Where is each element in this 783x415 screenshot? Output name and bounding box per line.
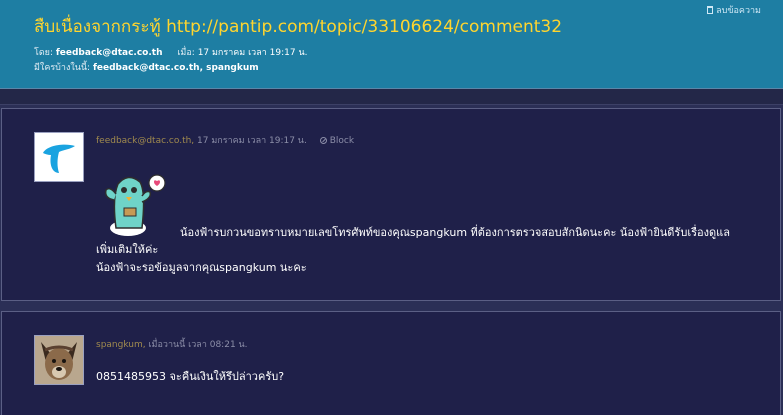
participants-label: มีใครบ้างในนี้: bbox=[34, 63, 91, 73]
post-time: เมื่อวานนี้ เวลา 08:21 น. bbox=[148, 340, 248, 350]
avatar-dtac[interactable] bbox=[34, 132, 84, 182]
delete-message-label: ลบข้อความ bbox=[716, 6, 761, 16]
topic-author-line: โดย: feedback@dtac.co.th เมื่อ: 17 มกราค… bbox=[34, 45, 307, 59]
topic-header: สืบเนื่องจากกระทู้ http://pantip.com/top… bbox=[0, 0, 783, 89]
post-meta: spangkum, เมื่อวานนี้ เวลา 08:21 น. bbox=[96, 337, 248, 351]
when-label: เมื่อ: bbox=[177, 48, 195, 58]
post-message-line: เพิ่มเติมให้ค่ะ bbox=[96, 243, 159, 256]
topic-title: สืบเนื่องจากกระทู้ http://pantip.com/top… bbox=[34, 17, 563, 37]
participants-list: feedback@dtac.co.th, spangkum bbox=[92, 63, 259, 73]
header-divider-bar bbox=[0, 89, 783, 105]
block-icon bbox=[319, 137, 327, 144]
by-label: โดย: bbox=[34, 48, 53, 58]
topic-date: 17 มกราคม เวลา 19:17 น. bbox=[197, 48, 308, 58]
post-time: 17 มกราคม เวลา 19:17 น. bbox=[197, 136, 307, 146]
post-message-line: 0851485953 จะคืนเงินให้รึปล่าวครับ? bbox=[96, 370, 285, 383]
trash-icon bbox=[707, 6, 714, 14]
block-label: Block bbox=[329, 136, 355, 146]
post-meta: feedback@dtac.co.th, 17 มกราคม เวลา 19:1… bbox=[96, 133, 354, 147]
post-item bbox=[1, 311, 781, 415]
delete-message-link[interactable]: ลบข้อความ bbox=[707, 3, 761, 17]
topic-participants-line: มีใครบ้างในนี้: feedback@dtac.co.th, spa… bbox=[34, 60, 259, 74]
avatar-spangkum[interactable] bbox=[34, 335, 84, 385]
dtac-logo-icon bbox=[35, 133, 83, 181]
post-message-line: น้องฟ้าจะรอข้อมูลจากคุณspangkum นะคะ bbox=[96, 261, 307, 274]
post-message-line: น้องฟ้ารบกวนขอทราบหมายเลขโทรศัพท์ของคุณs… bbox=[180, 226, 730, 239]
post-author[interactable]: spangkum, bbox=[96, 340, 146, 350]
dog-photo-icon bbox=[35, 336, 83, 384]
cactus-sticker-icon bbox=[104, 174, 166, 236]
topic-author[interactable]: feedback@dtac.co.th bbox=[56, 48, 163, 58]
block-button[interactable]: Block bbox=[319, 136, 355, 146]
post-author[interactable]: feedback@dtac.co.th, bbox=[96, 136, 194, 146]
